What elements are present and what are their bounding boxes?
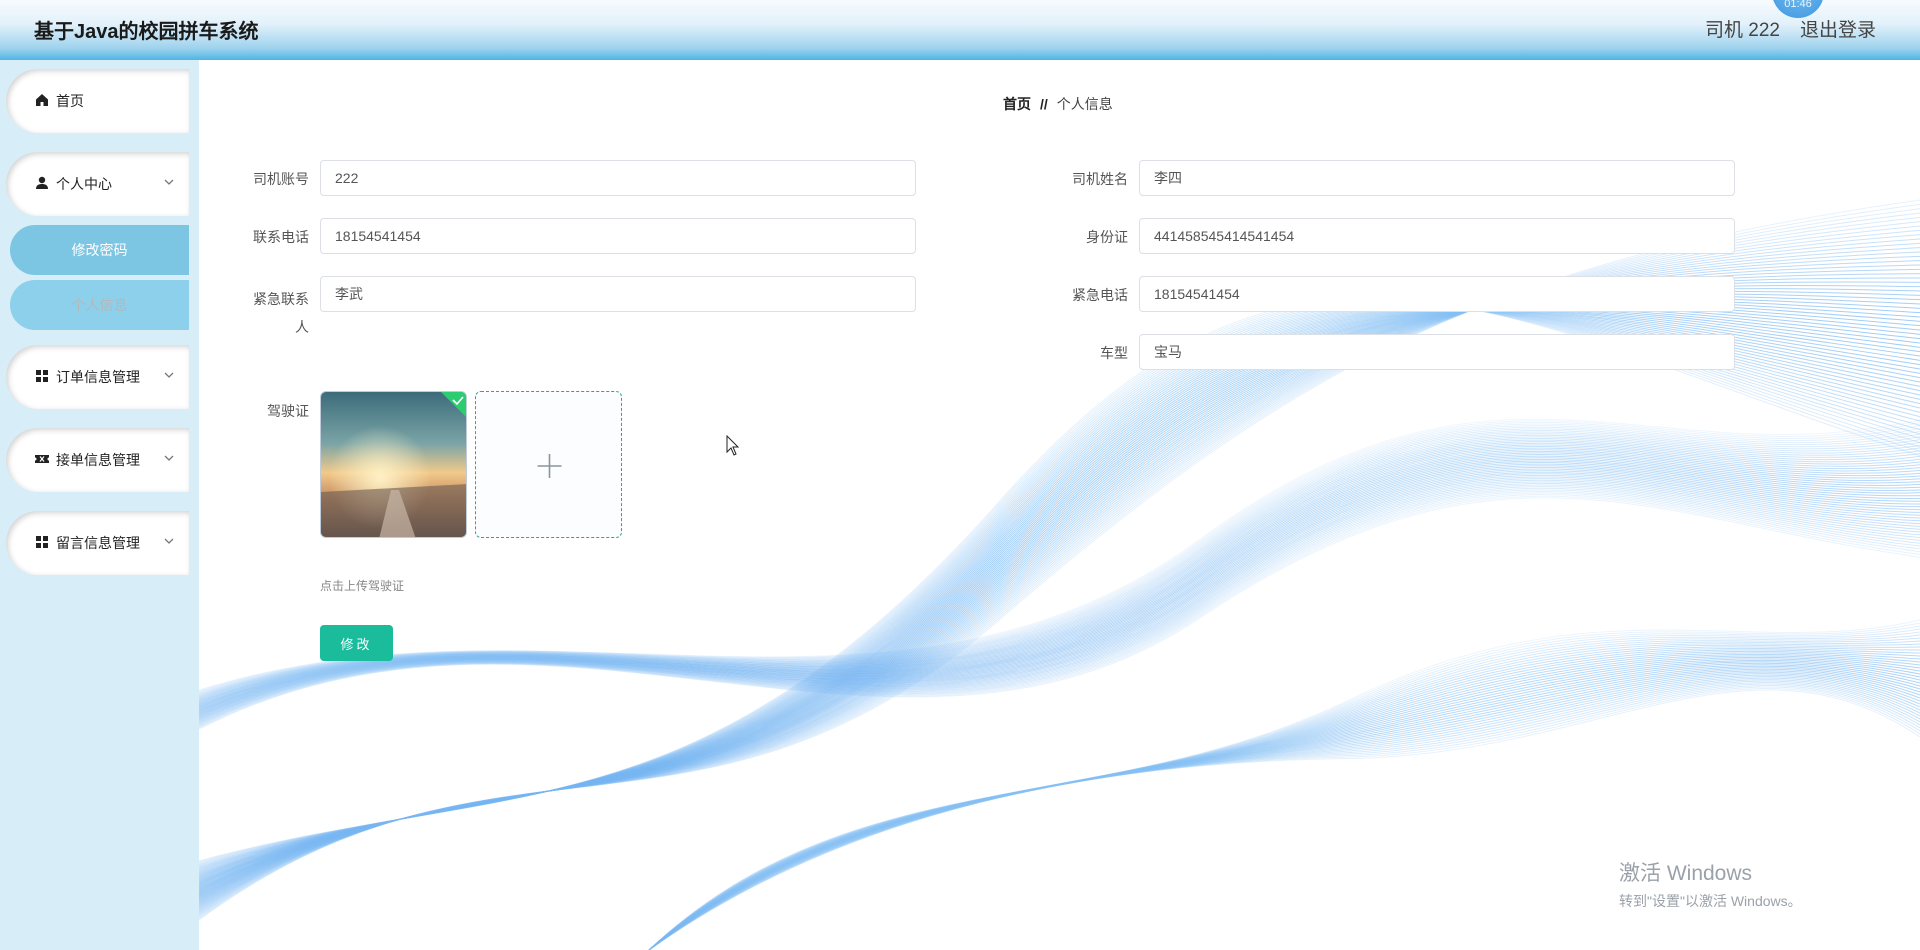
plus-icon [537,454,562,478]
emergency-phone-label: 紧急电话 [1072,287,1128,303]
sidebar-item-label: 首页 [56,93,84,109]
breadcrumb-current: 个人信息 [1056,96,1113,112]
sidebar-item-label: 接单信息管理 [56,452,140,468]
license-image-thumbnail[interactable] [320,391,467,538]
account-field[interactable]: 222 [320,160,916,196]
chevron-down-icon [164,455,174,461]
windows-activation-watermark: 激活 Windows 转到"设置"以激活 Windows。 [1619,857,1802,911]
submenu-personal-info[interactable]: 个人信息 [10,280,189,330]
idcard-field[interactable]: 441458545414541454 [1139,218,1735,254]
top-header: 基于Java的校园拼车系统 01:46 司机 222 退出登录 [0,0,1920,60]
name-field[interactable]: 李四 [1139,160,1735,196]
phone-field[interactable]: 18154541454 [320,218,916,254]
upload-hint: 点击上传驾驶证 [320,579,405,593]
emergency-contact-label: 紧急联系人 [253,291,309,335]
grid-icon [36,370,48,382]
sidebar-item-orders[interactable]: 订单信息管理 [6,345,189,409]
car-label: 车型 [1100,345,1128,361]
submit-button[interactable]: 修改 [320,625,393,661]
sidebar-item-messages[interactable]: 留言信息管理 [6,511,189,575]
phone-label: 联系电话 [253,229,309,245]
sidebar-item-accept-orders[interactable]: 接单信息管理 [6,428,189,492]
license-photo [321,392,466,537]
sidebar-item-label: 个人中心 [56,176,112,192]
current-user: 司机 222 [1705,20,1780,41]
sidebar-item-label: 订单信息管理 [56,369,140,385]
watermark-line2: 转到"设置"以激活 Windows。 [1619,893,1802,909]
emergency-phone-field[interactable]: 18154541454 [1139,276,1735,312]
watermark-line1: 激活 Windows [1619,862,1753,885]
sidebar: 首页 个人中心 修改密码 个人信息 订单信息管理 接单信息管理 留言信息管理 [0,60,199,950]
app-title: 基于Java的校园拼车系统 [34,21,259,43]
mouse-cursor-icon [726,435,740,456]
breadcrumb-separator: // [1040,96,1048,112]
grid-icon [36,536,48,548]
idcard-label: 身份证 [1086,229,1128,245]
license-label: 驾驶证 [267,403,309,419]
submenu-label: 个人信息 [71,297,128,313]
name-label: 司机姓名 [1072,171,1128,187]
user-icon [36,176,48,189]
upload-license-button[interactable] [475,391,622,538]
chevron-down-icon [164,538,174,544]
home-icon [36,94,48,106]
breadcrumb-home[interactable]: 首页 [1003,96,1031,112]
emergency-contact-field[interactable]: 李武 [320,276,916,312]
logout-link[interactable]: 退出登录 [1800,15,1876,42]
sidebar-item-personal-center[interactable]: 个人中心 [6,152,189,216]
sidebar-item-home[interactable]: 首页 [6,69,189,133]
chevron-down-icon [164,179,174,185]
car-field[interactable]: 宝马 [1139,334,1735,370]
chevron-down-icon [164,372,174,378]
breadcrumb: 首页 // 个人信息 [1003,94,1113,114]
sidebar-item-label: 留言信息管理 [56,535,140,551]
account-label: 司机账号 [253,171,309,187]
submenu-change-password[interactable]: 修改密码 [10,225,189,275]
submenu-label: 修改密码 [71,242,128,258]
ticket-icon [35,455,49,463]
